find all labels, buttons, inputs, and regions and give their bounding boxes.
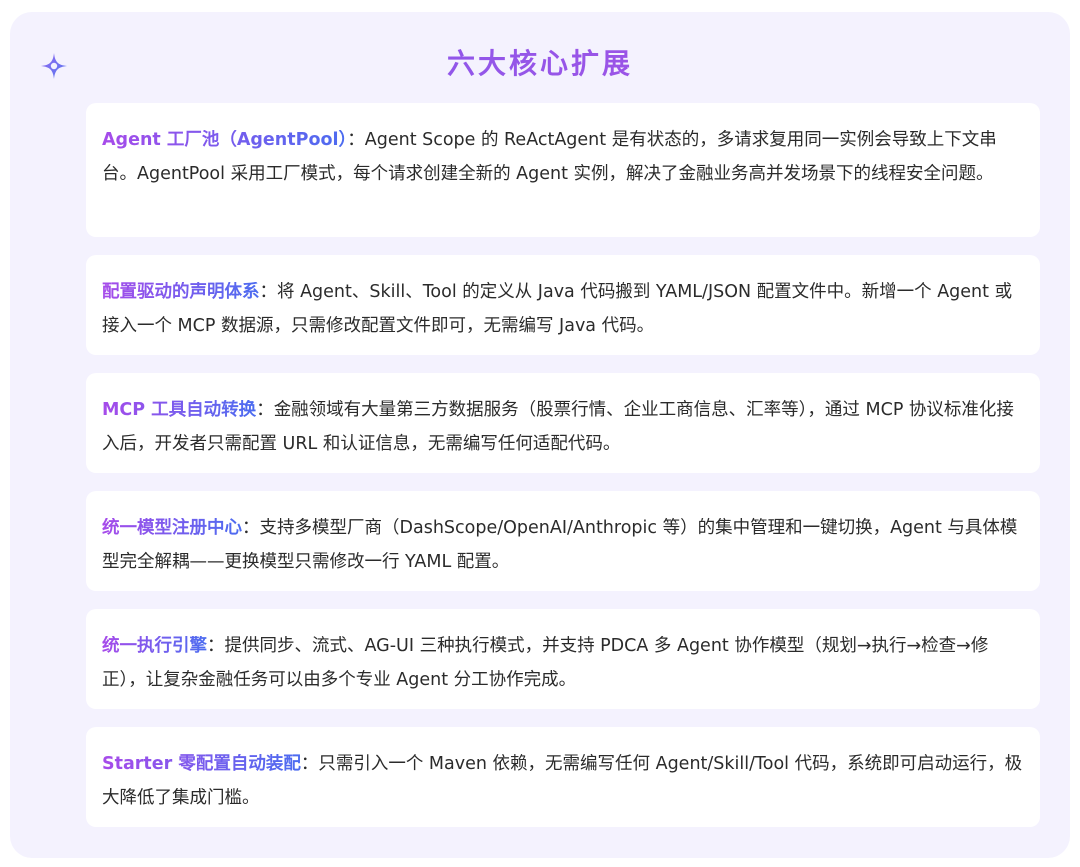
card-agent-pool: Agent 工厂池（AgentPool）：Agent Scope 的 ReAct… (86, 103, 1040, 237)
card-heading: Agent 工厂池（AgentPool） (102, 130, 348, 150)
card-separator: ： (256, 400, 274, 420)
card-heading: 统一执行引擎 (102, 636, 207, 656)
card-separator: ： (259, 282, 278, 302)
card-starter: Starter 零配置自动装配：只需引入一个 Maven 依赖，无需编写任何 A… (86, 727, 1040, 827)
extensions-panel: 六大核心扩展 Agent 工厂池（AgentPool）：Agent Scope … (10, 12, 1070, 858)
card-heading: Starter 零配置自动装配 (102, 754, 301, 774)
card-heading: 统一模型注册中心 (102, 518, 242, 538)
card-body: 提供同步、流式、AG-UI 三种执行模式，并支持 PDCA 多 Agent 协作… (102, 636, 989, 690)
card-execution-engine: 统一执行引擎：提供同步、流式、AG-UI 三种执行模式，并支持 PDCA 多 A… (86, 609, 1040, 709)
card-text: Agent 工厂池（AgentPool）：Agent Scope 的 ReAct… (102, 123, 1024, 191)
card-config-driven: 配置驱动的声明体系：将 Agent、Skill、Tool 的定义从 Java 代… (86, 255, 1040, 355)
card-text: 统一执行引擎：提供同步、流式、AG-UI 三种执行模式，并支持 PDCA 多 A… (102, 629, 1024, 697)
card-model-registry: 统一模型注册中心：支持多模型厂商（DashScope/OpenAI/Anthro… (86, 491, 1040, 591)
card-separator: ： (207, 636, 225, 656)
card-heading: 配置驱动的声明体系 (102, 282, 260, 302)
card-separator: ： (347, 130, 365, 150)
card-text: 配置驱动的声明体系：将 Agent、Skill、Tool 的定义从 Java 代… (102, 275, 1024, 343)
card-heading: MCP 工具自动转换 (102, 400, 257, 420)
card-text: Starter 零配置自动装配：只需引入一个 Maven 依赖，无需编写任何 A… (102, 747, 1024, 815)
card-separator: ： (242, 518, 260, 538)
card-text: 统一模型注册中心：支持多模型厂商（DashScope/OpenAI/Anthro… (102, 511, 1024, 579)
card-text: MCP 工具自动转换：金融领域有大量第三方数据服务（股票行情、企业工商信息、汇率… (102, 393, 1024, 461)
page-title: 六大核心扩展 (10, 42, 1070, 82)
card-mcp-tools: MCP 工具自动转换：金融领域有大量第三方数据服务（股票行情、企业工商信息、汇率… (86, 373, 1040, 473)
card-separator: ： (300, 754, 319, 774)
